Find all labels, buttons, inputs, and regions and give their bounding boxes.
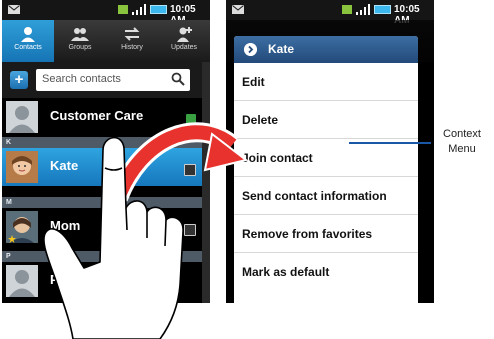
list-item[interactable]: Kate xyxy=(2,148,202,186)
callout-line xyxy=(349,142,431,144)
callout-line1: Context xyxy=(443,128,481,140)
callout-line2: Menu xyxy=(448,143,476,155)
avatar xyxy=(6,265,38,297)
mail-icon xyxy=(232,5,244,14)
context-menu: Kate Edit Delete Join contact Send conta… xyxy=(234,36,418,303)
tab-label: Contacts xyxy=(14,44,42,51)
list-item[interactable]: Pat xyxy=(2,262,202,300)
contact-name: Pat xyxy=(50,272,71,287)
menu-item-label: Delete xyxy=(242,113,279,127)
tab-contacts[interactable]: Contacts xyxy=(2,20,54,62)
tab-history[interactable]: History xyxy=(106,20,158,62)
status-bar: 10:05 AM xyxy=(226,0,434,26)
section-header: M xyxy=(2,197,202,208)
person-icon xyxy=(21,27,35,42)
menu-item-label: Remove from favorites xyxy=(242,227,373,241)
group-icon xyxy=(71,28,89,41)
avatar xyxy=(6,101,38,133)
avatar xyxy=(6,151,38,183)
tab-label: Updates xyxy=(170,44,198,51)
tab-label: History xyxy=(121,44,143,51)
context-menu-screen: 10:05 AM Kate Edit Delete Join contact S… xyxy=(226,0,434,303)
menu-item-delete[interactable]: Delete xyxy=(234,101,418,139)
status-bar: 10:05 AM xyxy=(2,0,210,26)
history-icon xyxy=(124,27,140,41)
search-icon[interactable] xyxy=(171,72,185,86)
menu-item-send-contact-information[interactable]: Send contact information xyxy=(234,177,418,215)
context-menu-title: Kate xyxy=(234,36,418,63)
tab-groups[interactable]: Groups xyxy=(54,20,106,62)
updates-icon xyxy=(177,27,192,42)
context-menu-title-text: Kate xyxy=(268,42,295,56)
chevron-right-icon xyxy=(244,43,257,56)
mail-icon xyxy=(8,5,20,14)
index-scroll-strip[interactable] xyxy=(202,62,210,303)
menu-item-mark-as-default[interactable]: Mark as default xyxy=(234,253,418,291)
menu-item-label: Edit xyxy=(242,75,265,89)
menu-item-label: Send contact information xyxy=(242,189,387,203)
section-header: K xyxy=(2,137,202,148)
add-contact-button[interactable]: + xyxy=(10,71,28,89)
battery-icon xyxy=(150,5,167,14)
contact-name: Customer Care xyxy=(50,108,144,123)
search-row: + xyxy=(2,62,202,98)
phone-badge-icon xyxy=(184,164,196,176)
contacts-screen: 10:05 AM Contacts Groups History Updates… xyxy=(2,0,210,303)
contact-name: Mom xyxy=(50,218,81,233)
menu-item-label: Join contact xyxy=(242,151,313,165)
signal-icon xyxy=(342,4,370,15)
contact-name: Kate xyxy=(50,158,79,173)
tab-bar: Contacts Groups History Updates xyxy=(2,20,210,62)
signal-icon xyxy=(118,4,146,15)
search-input[interactable] xyxy=(42,73,162,85)
search-box[interactable] xyxy=(36,69,190,91)
callout-label: Context Menu xyxy=(432,127,492,157)
sim-badge-icon xyxy=(186,114,196,124)
menu-item-join-contact[interactable]: Join contact xyxy=(234,139,418,177)
menu-item-label: Mark as default xyxy=(242,265,330,279)
tab-label: Groups xyxy=(68,44,92,51)
list-item[interactable]: Mom xyxy=(2,208,202,246)
battery-icon xyxy=(374,5,391,14)
tab-updates[interactable]: Updates xyxy=(158,20,210,62)
section-header: P xyxy=(2,251,202,262)
phone-badge-icon xyxy=(184,224,196,236)
avatar xyxy=(6,211,38,243)
menu-item-edit[interactable]: Edit xyxy=(234,63,418,101)
list-item[interactable]: Customer Care xyxy=(2,98,202,136)
menu-item-remove-from-favorites[interactable]: Remove from favorites xyxy=(234,215,418,253)
